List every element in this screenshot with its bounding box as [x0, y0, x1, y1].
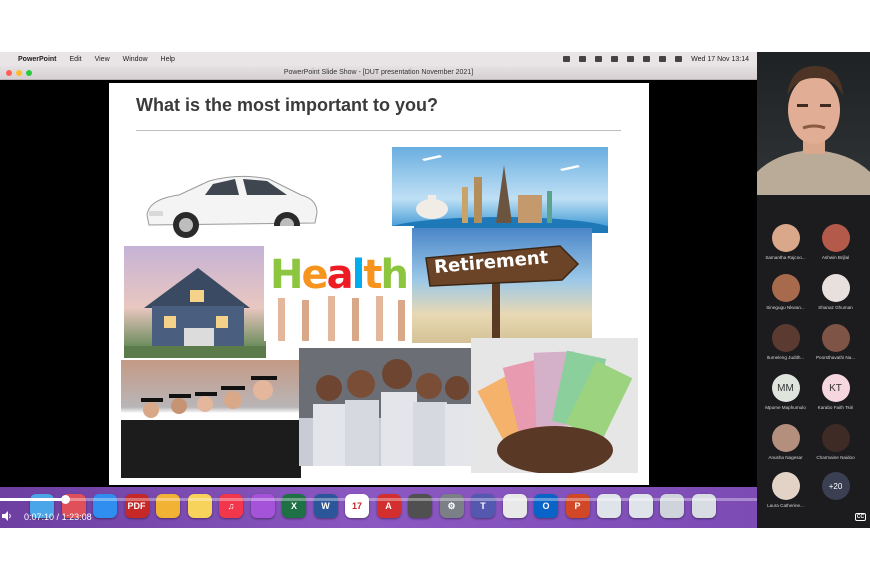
participant-tile[interactable]: Poorsthavathi Na... [808, 324, 863, 360]
search-icon[interactable] [659, 56, 667, 62]
total-time: 1:23:08 [61, 512, 92, 522]
video-time: 0:07:10 / 1:23:08 [24, 512, 92, 522]
participant-name: Karabo Faith Tsiri [817, 405, 854, 410]
zoom-window-button[interactable] [26, 70, 32, 76]
banknotes-image [471, 338, 638, 473]
window-titlebar: PowerPoint Slide Show - [DUT presentatio… [0, 66, 757, 80]
menu-help[interactable]: Help [161, 56, 175, 63]
dock-icons: PDF ♫ X W 17 A ⚙ T O P [30, 493, 723, 519]
participant-tile[interactable]: Charmaine Naidoo [808, 424, 863, 460]
video-progress-bar[interactable] [0, 495, 757, 504]
close-window-button[interactable] [6, 70, 12, 76]
participant-name: Poorsthavathi Na... [815, 355, 856, 360]
slide-divider [136, 130, 621, 131]
participant-name: Shanaz Ghuman [818, 305, 853, 310]
window-title: PowerPoint Slide Show - [DUT presentatio… [283, 69, 474, 76]
participant-name: Ashwin Brijlal [821, 255, 850, 260]
participant-name: Anusha Nagesar [768, 455, 803, 460]
slide-title: What is the most important to you? [136, 95, 438, 115]
avatar [821, 224, 850, 252]
travel-landmarks-image [392, 147, 608, 233]
participant-tile[interactable]: Anusha Nagesar [758, 424, 813, 460]
participant-tile[interactable]: Shanaz Ghuman [808, 274, 863, 310]
graduates-image [121, 360, 301, 478]
participant-name: Itumeleng Judith... [766, 355, 805, 360]
avatar [771, 472, 800, 500]
slide: What is the most important to you? Healt… [109, 83, 649, 485]
participant-name: Samantha Rajcoo... [765, 255, 806, 260]
participants-panel: Samantha Rajcoo... Ashwin Brijlal Sinegu… [757, 52, 870, 528]
menubar-status-area: Wed 17 Nov 13:14 [563, 52, 749, 66]
avatar [821, 424, 850, 452]
shield-icon[interactable] [595, 56, 603, 62]
video-frame: PowerPoint Edit View Window Help Wed 17 … [0, 52, 870, 528]
menu-view[interactable]: View [95, 56, 110, 63]
camera-icon[interactable] [579, 56, 587, 62]
participant-tile[interactable]: Laura Catherine... [758, 472, 813, 508]
schoolchildren-image [299, 348, 474, 466]
participant-tile[interactable]: Sinegugu Nkwan... [758, 274, 813, 310]
macos-dock: PDF ♫ X W 17 A ⚙ T O P [0, 487, 757, 528]
closed-captions-icon[interactable]: CC [855, 513, 866, 521]
participant-name: Laura Catherine... [767, 503, 804, 508]
menu-window[interactable]: Window [123, 56, 148, 63]
participant-name: Sinegugu Nkwan... [766, 305, 805, 310]
house-image [124, 246, 266, 358]
speaker-video[interactable] [757, 52, 870, 195]
participant-tile[interactable]: KT Karabo Faith Tsiri [808, 374, 863, 410]
avatar [821, 274, 850, 302]
avatar [771, 324, 800, 352]
menubar-clock[interactable]: Wed 17 Nov 13:14 [691, 56, 749, 63]
avatar [771, 224, 800, 252]
participant-name: Mpume Maphumulo [765, 405, 806, 410]
participant-tile[interactable]: Samantha Rajcoo... [758, 224, 813, 260]
control-center-icon[interactable] [675, 56, 683, 62]
participant-tile[interactable]: Itumeleng Judith... [758, 324, 813, 360]
participant-tile[interactable]: Ashwin Brijlal [808, 224, 863, 260]
video-progress-fill [0, 498, 66, 501]
avatar-initials: KT [821, 374, 850, 402]
volume-icon[interactable] [2, 511, 12, 521]
avatar-initials: MM [771, 374, 800, 402]
minimize-window-button[interactable] [16, 70, 22, 76]
participant-name: Charmaine Naidoo [816, 455, 855, 460]
participant-tile[interactable]: MM Mpume Maphumulo [758, 374, 813, 410]
cloud-icon[interactable] [563, 56, 571, 62]
battery-icon[interactable] [627, 56, 635, 62]
avatar [821, 324, 850, 352]
bluetooth-icon[interactable] [611, 56, 619, 62]
window-controls [6, 70, 32, 76]
more-participants-count: +20 [821, 472, 850, 500]
avatar [771, 274, 800, 302]
avatar [771, 424, 800, 452]
retirement-image: Retirement [412, 228, 592, 343]
wifi-icon[interactable] [643, 56, 651, 62]
current-time: 0:07:10 [24, 512, 55, 522]
menu-edit[interactable]: Edit [70, 56, 82, 63]
menu-app-name[interactable]: PowerPoint [18, 56, 57, 63]
macos-menubar: PowerPoint Edit View Window Help Wed 17 … [0, 52, 757, 66]
more-participants-tile[interactable]: +20 [808, 472, 863, 500]
health-image: Health [264, 226, 414, 341]
time-separator: / [56, 512, 60, 522]
